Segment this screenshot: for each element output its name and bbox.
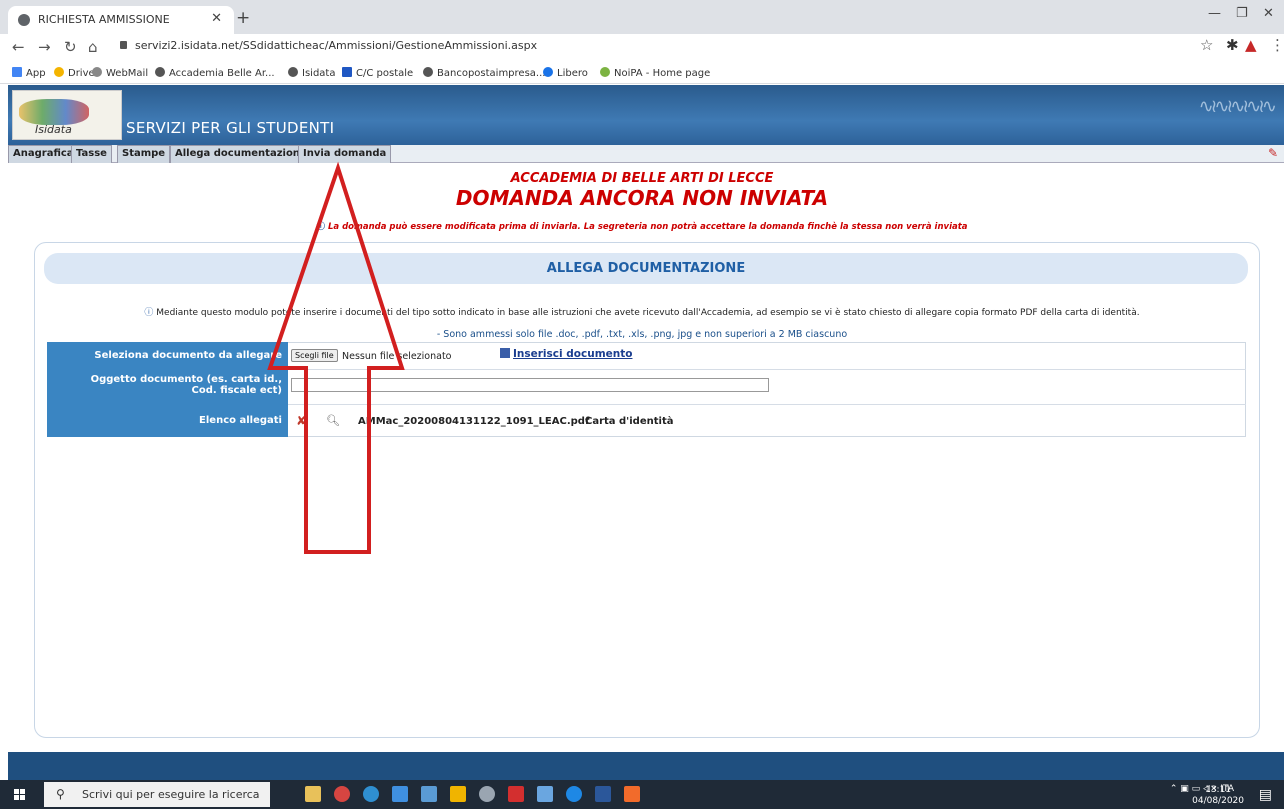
bookmark-drive[interactable]: Drive (54, 67, 95, 79)
pencil-icon[interactable]: ✎ (1268, 146, 1278, 160)
bookmark-accademia[interactable]: Accademia Belle Ar... (155, 67, 275, 79)
pinned-app-icon[interactable] (363, 786, 379, 802)
menu-icon[interactable]: ⋮ (1270, 36, 1284, 54)
url-field[interactable]: servizi2.isidata.net/SSdidatticheac/Ammi… (120, 39, 537, 52)
globe-icon (155, 67, 165, 77)
close-window-button[interactable]: ✕ (1263, 6, 1274, 21)
attachment-type: Carta d'identità (585, 416, 674, 427)
libero-icon (543, 67, 553, 77)
acrobat-icon[interactable] (508, 786, 524, 802)
new-tab-button[interactable]: + (236, 8, 250, 28)
row-divider (288, 404, 1246, 405)
word-icon[interactable] (595, 786, 611, 802)
extension-warning-icon[interactable]: ▲ (1245, 36, 1257, 54)
row-divider (288, 369, 1246, 370)
restore-button[interactable]: ❐ (1236, 6, 1248, 21)
bookmark-noipa[interactable]: NoiPA - Home page (600, 67, 710, 79)
delete-attachment-icon[interactable]: ✘ (296, 414, 307, 429)
apps-grid-icon (12, 67, 22, 77)
clock[interactable]: 13:11 04/08/2020 (1192, 785, 1244, 807)
bookmark-webmail[interactable]: WebMail (92, 67, 148, 79)
tab-anagrafica[interactable]: Anagrafica (8, 145, 79, 163)
bookmark-isidata[interactable]: Isidata (288, 67, 335, 79)
star-icon[interactable]: ☆ (1200, 36, 1213, 54)
drive-icon (54, 67, 64, 77)
noipa-icon (600, 67, 610, 77)
institution-title: ACCADEMIA DI BELLE ARTI DI LECCE (510, 171, 774, 186)
info-icon: ⓘ (144, 308, 157, 318)
attachment-filename: AMMac_20200804131122_1091_LEAC.pdf (358, 416, 590, 427)
subject-label: Oggetto documento (es. carta id., Cod. f… (47, 369, 288, 404)
select-document-label: Seleziona documento da allegare (47, 342, 288, 369)
search-icon: ⚲ (56, 787, 65, 801)
section-title: ALLEGA DOCUMENTAZIONE (44, 253, 1248, 284)
pinned-app-icon[interactable] (537, 786, 553, 802)
pinned-app-icon[interactable] (392, 786, 408, 802)
globe-icon (288, 67, 298, 77)
allowed-formats-note: - Sono ammessi solo file .doc, .pdf, .tx… (436, 329, 848, 340)
tab-tasse[interactable]: Tasse (71, 145, 112, 163)
floppy-icon (500, 348, 510, 358)
tab-allega-documentazione[interactable]: Allega documentazione (170, 145, 312, 163)
view-attachment-icon[interactable]: 🔍︎ (326, 414, 340, 427)
pinned-app-icon[interactable] (624, 786, 640, 802)
minimize-button[interactable]: — (1208, 6, 1221, 21)
globe-icon (18, 14, 30, 26)
postal-icon (342, 67, 352, 77)
browser-tab[interactable]: RICHIESTA AMMISSIONE ✕ (8, 6, 234, 34)
warning-note: ⓘ La domanda può essere modificata prima… (316, 222, 968, 232)
attachments-label: Elenco allegati (47, 404, 288, 437)
decorative-flourish-icon: ∿≀∿≀∿≀∿≀∿ (1198, 96, 1277, 117)
notification-icon[interactable]: ▤ (1259, 787, 1272, 803)
forward-button[interactable]: → (38, 38, 51, 56)
page-footer-bar (8, 752, 1284, 780)
choose-file-button[interactable]: Scegli file (291, 349, 338, 362)
status-title: DOMANDA ANCORA NON INVIATA (455, 186, 829, 210)
info-text: ⓘ Mediante questo modulo potete inserire… (144, 308, 1140, 318)
pinned-app-icon[interactable] (566, 786, 582, 802)
bookmark-bancoposta[interactable]: Bancopostaimpresa... (423, 67, 545, 79)
reload-button[interactable]: ↻ (64, 38, 77, 56)
file-explorer-icon[interactable] (305, 786, 321, 802)
close-tab-icon[interactable]: ✕ (211, 11, 222, 26)
isidata-logo[interactable]: Isidata (12, 90, 122, 140)
bookmark-app[interactable]: App (12, 67, 46, 79)
bookmarks-bar: App Drive WebMail Accademia Belle Ar... … (0, 62, 1284, 84)
calculator-icon[interactable] (421, 786, 437, 802)
extensions-icon[interactable]: ✱ (1226, 36, 1239, 54)
nav-tabs: Anagrafica Tasse Stampe Allega documenta… (8, 145, 1284, 163)
insert-document-link[interactable]: Inserisci documento (500, 348, 632, 360)
pinned-app-icon[interactable] (479, 786, 495, 802)
home-button[interactable]: ⌂ (88, 38, 98, 56)
service-title: SERVIZI PER GLI STUDENTI (126, 119, 335, 137)
mail-icon (92, 67, 102, 77)
globe-icon (423, 67, 433, 77)
url-text: servizi2.isidata.net/SSdidatticheac/Ammi… (135, 39, 538, 52)
tab-invia-domanda[interactable]: Invia domanda (298, 145, 392, 163)
pinned-app-icon[interactable] (450, 786, 466, 802)
no-file-text: Nessun file selezionato (342, 351, 452, 362)
pinned-app-icon[interactable] (334, 786, 350, 802)
tab-stampe[interactable]: Stampe (117, 145, 171, 163)
taskbar-search[interactable]: ⚲ Scrivi qui per eseguire la ricerca (44, 782, 270, 807)
lock-icon (120, 41, 127, 49)
windows-start-icon[interactable] (14, 789, 26, 801)
palette-icon (19, 99, 89, 125)
logo-text: Isidata (35, 123, 72, 136)
bookmark-libero[interactable]: Libero (543, 67, 588, 79)
bookmark-cc-postale[interactable]: C/C postale (342, 67, 413, 79)
browser-tab-title: RICHIESTA AMMISSIONE (38, 13, 170, 26)
back-button[interactable]: ← (12, 38, 25, 56)
subject-input[interactable] (291, 378, 769, 392)
info-icon: ⓘ (316, 222, 328, 232)
